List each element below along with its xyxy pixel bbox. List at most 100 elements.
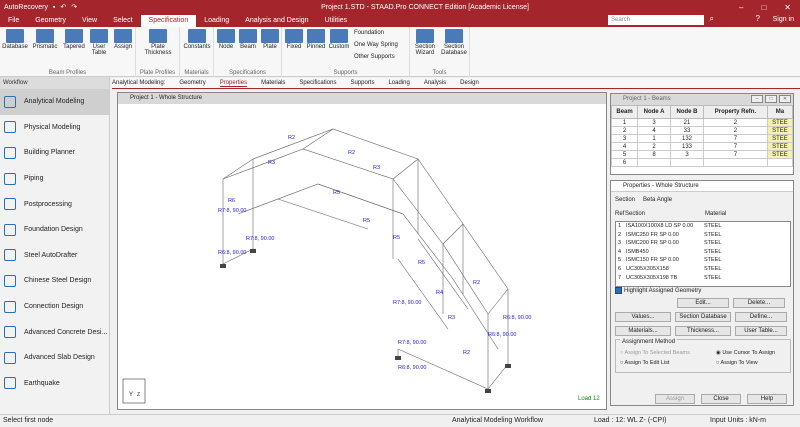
thickness-button[interactable]: Thickness... xyxy=(675,326,731,336)
workflow-item-building-planner[interactable]: Building Planner xyxy=(0,140,109,166)
table-cell[interactable] xyxy=(637,158,671,167)
menu-file[interactable]: File xyxy=(0,15,27,27)
menu-geometry[interactable]: Geometry xyxy=(27,15,74,27)
table-cell[interactable]: 3 xyxy=(610,134,639,143)
tab-design[interactable]: Design xyxy=(460,80,479,86)
table-cell[interactable]: 5 xyxy=(610,150,639,159)
table-row[interactable]: 1 3 21 2 STEE xyxy=(610,118,794,127)
structure-model-canvas[interactable]: R2 R2 R3 R3 R5 R5 R5 R5 R4 R2 R3 R7:8, 9… xyxy=(118,104,606,409)
table-cell[interactable]: STEE xyxy=(766,118,794,127)
beam-spec-button[interactable]: Beam xyxy=(238,29,258,50)
define-button[interactable]: Define... xyxy=(735,312,787,322)
table-cell[interactable]: 7 xyxy=(703,150,768,159)
properties-dialog[interactable]: Properties - Whole Structure Section Bet… xyxy=(610,180,794,406)
radio-use-cursor[interactable]: ◉ Use Cursor To Assign xyxy=(716,350,775,356)
custom-support-button[interactable]: Custom xyxy=(328,29,350,50)
plate-spec-button[interactable]: Plate xyxy=(260,29,280,50)
table-cell[interactable]: 1 xyxy=(610,118,639,127)
table-cell[interactable]: 7 xyxy=(703,142,768,151)
list-item[interactable]: 7 UC305X305X198 TB STEEL xyxy=(618,275,788,284)
table-cell[interactable]: 3 xyxy=(669,150,705,159)
table-cell[interactable]: 2 xyxy=(637,142,671,151)
maximize-icon[interactable]: □ xyxy=(761,3,766,12)
table-cell[interactable]: 132 xyxy=(669,134,705,143)
column-header[interactable]: Node B xyxy=(669,105,705,119)
minimize-icon[interactable]: – xyxy=(751,95,763,103)
edit-button[interactable]: Edit... xyxy=(677,298,729,308)
highlight-checkbox-row[interactable]: Highlight Assigned Geometry xyxy=(615,287,701,294)
fixed-support-button[interactable]: Fixed xyxy=(284,29,304,50)
workflow-item-analytical-modeling[interactable]: Analytical Modeling xyxy=(0,89,109,115)
menu-view[interactable]: View xyxy=(74,15,105,27)
workflow-item-steel-autodrafter[interactable]: Steel AutoDrafter xyxy=(0,243,109,269)
table-cell[interactable]: 133 xyxy=(669,142,705,151)
menu-select[interactable]: Select xyxy=(105,15,140,27)
assign-button[interactable]: Assign xyxy=(112,29,134,50)
workflow-item-earthquake[interactable]: Earthquake xyxy=(0,371,109,397)
menu-utilities[interactable]: Utilities xyxy=(317,15,356,27)
radio-assign-view[interactable]: ○ Assign To View xyxy=(716,360,758,366)
search-icon[interactable]: ⌕ xyxy=(710,14,714,24)
table-cell[interactable]: 33 xyxy=(669,126,705,135)
table-cell[interactable]: STEE xyxy=(766,150,794,159)
redo-icon[interactable]: ↷ xyxy=(71,4,77,11)
tab-beta-angle[interactable]: Beta Angle xyxy=(643,197,672,203)
table-cell[interactable]: 4 xyxy=(610,142,639,151)
workflow-item-postprocessing[interactable]: Postprocessing xyxy=(0,191,109,217)
values-button[interactable]: Values... xyxy=(615,312,671,322)
table-row[interactable]: 2 4 33 2 STEE xyxy=(610,126,794,135)
tab-analysis[interactable]: Analysis xyxy=(424,80,446,86)
workflow-item-foundation-design[interactable]: Foundation Design xyxy=(0,217,109,243)
delete-button[interactable]: Delete... xyxy=(733,298,785,308)
structure-viewport-window[interactable]: Project 1 - Whole Structure R2 R2 R3 R3 … xyxy=(117,92,607,410)
table-cell[interactable]: STEE xyxy=(766,142,794,151)
help-icon[interactable]: ? xyxy=(756,14,760,23)
search-input[interactable]: Search xyxy=(608,15,704,25)
column-header[interactable]: Beam xyxy=(610,105,639,119)
section-database-ribbon-button[interactable]: Section Database xyxy=(440,29,468,56)
radio-assign-edit-list[interactable]: ○ Assign To Edit List xyxy=(620,360,669,366)
one-way-spring-button[interactable]: One Way Spring xyxy=(354,42,398,48)
tab-materials[interactable]: Materials xyxy=(261,80,285,86)
list-item[interactable]: 4 ISMB450 STEEL xyxy=(618,249,788,258)
section-list-body[interactable]: 1 ISA100X100X8 LD SP 0.00 STEEL 2 ISMC250 F… xyxy=(615,221,791,287)
sign-in-link[interactable]: Sign in xyxy=(773,14,794,26)
table-cell[interactable] xyxy=(669,158,705,167)
column-header[interactable]: Property Refn. xyxy=(703,105,768,119)
table-cell[interactable]: STEE xyxy=(766,126,794,135)
workflow-item-physical-modeling[interactable]: Physical Modeling xyxy=(0,115,109,141)
tab-geometry[interactable]: Geometry xyxy=(179,80,205,86)
close-button[interactable]: Close xyxy=(701,394,741,404)
workflow-item-connection-design[interactable]: Connection Design xyxy=(0,294,109,320)
table-cell[interactable]: 2 xyxy=(703,118,768,127)
beams-table-window[interactable]: Project 1 - Beams – □ ✕ Beam Node A Node B… xyxy=(610,93,794,175)
node-spec-button[interactable]: Node xyxy=(216,29,236,50)
maximize-icon[interactable]: □ xyxy=(765,95,777,103)
menu-loading[interactable]: Loading xyxy=(196,15,237,27)
table-row[interactable]: 5 8 3 7 STEE xyxy=(610,150,794,159)
table-cell[interactable]: 2 xyxy=(703,126,768,135)
column-header[interactable]: Ma xyxy=(766,105,794,119)
materials-button[interactable]: Materials... xyxy=(615,326,671,336)
table-cell[interactable]: 21 xyxy=(669,118,705,127)
foundation-button[interactable]: Foundation xyxy=(354,30,384,36)
table-cell[interactable]: STEE xyxy=(766,134,794,143)
plate-thickness-button[interactable]: Plate Thickness xyxy=(140,29,176,56)
tab-loading[interactable]: Loading xyxy=(388,80,409,86)
menu-specification[interactable]: Specification xyxy=(140,15,197,27)
workflow-item-advanced-slab-design[interactable]: Advanced Slab Design xyxy=(0,345,109,371)
status-units[interactable]: Input Units : kN-m xyxy=(710,417,766,424)
table-cell[interactable] xyxy=(766,158,794,167)
section-list[interactable]: Ref Section Material 1 ISA100X100X8 LD SP… xyxy=(615,211,791,291)
pinned-support-button[interactable]: Pinned xyxy=(306,29,326,50)
database-button[interactable]: Database xyxy=(2,29,28,50)
list-item[interactable]: 2 ISMC250 FR SP 0.00 STEEL xyxy=(618,232,788,241)
constants-button[interactable]: Constants xyxy=(182,29,212,50)
undo-icon[interactable]: ↶ xyxy=(60,4,66,11)
table-cell[interactable]: 2 xyxy=(610,126,639,135)
table-cell[interactable]: 6 xyxy=(610,158,639,167)
tab-supports[interactable]: Supports xyxy=(350,80,374,86)
list-item[interactable]: 6 UC305X305X158 STEEL xyxy=(618,266,788,275)
table-row[interactable]: 4 2 133 7 STEE xyxy=(610,142,794,151)
table-cell[interactable]: 7 xyxy=(703,134,768,143)
